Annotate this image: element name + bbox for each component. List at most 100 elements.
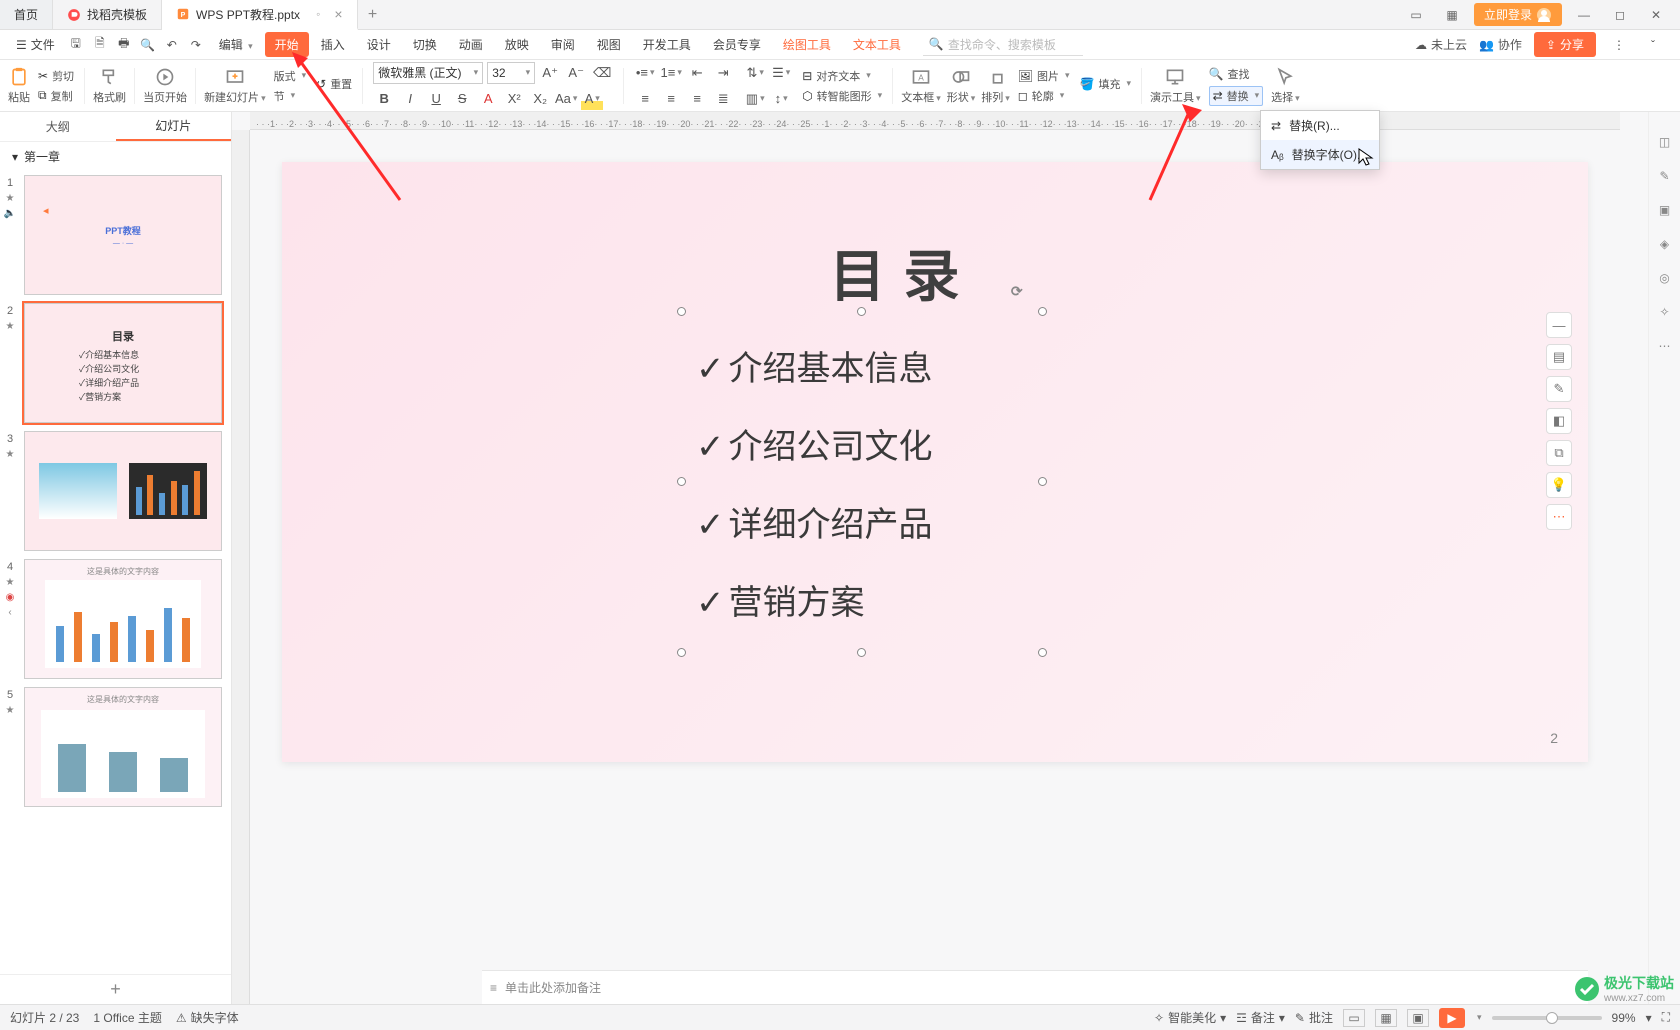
chapter-header[interactable]: ▾第一章 bbox=[0, 142, 231, 171]
reset-button[interactable]: ↺重置 bbox=[316, 76, 352, 92]
bold-button[interactable]: B bbox=[373, 88, 395, 110]
bullets-button[interactable]: •≡▾ bbox=[634, 62, 656, 84]
tab-home[interactable]: 首页 bbox=[0, 0, 53, 29]
zoom-dropdown-icon[interactable]: ▾ bbox=[1646, 1011, 1652, 1025]
menu-animation[interactable]: 动画 bbox=[449, 32, 493, 57]
window-close-icon[interactable]: ✕ bbox=[1642, 5, 1670, 25]
side-tab-outline[interactable]: 大纲 bbox=[0, 112, 116, 141]
menu-text-tools[interactable]: 文本工具 bbox=[843, 32, 911, 57]
tab-templates[interactable]: 找稻壳模板 bbox=[53, 0, 162, 29]
ft-crop-icon[interactable]: ◧ bbox=[1546, 408, 1572, 434]
thumbnail-4[interactable]: 这是具体的文字内容 bbox=[24, 559, 222, 679]
status-notes[interactable]: ☲ 备注 ▾ bbox=[1236, 1009, 1285, 1026]
command-search[interactable]: 🔍 查找命令、搜索模板 bbox=[923, 34, 1083, 56]
ft-layers-icon[interactable]: ▤ bbox=[1546, 344, 1572, 370]
file-menu[interactable]: ☰ 文件 bbox=[8, 36, 63, 53]
qa-undo-icon[interactable]: ↶ bbox=[163, 36, 181, 54]
panel-icon[interactable]: ▭ bbox=[1402, 5, 1430, 25]
format-painter-button[interactable]: 格式刷 bbox=[91, 67, 128, 105]
window-restore-icon[interactable]: ◻ bbox=[1606, 5, 1634, 25]
menu-review[interactable]: 审阅 bbox=[541, 32, 585, 57]
menu-devtools[interactable]: 开发工具 bbox=[633, 32, 701, 57]
font-color-button[interactable]: A bbox=[477, 88, 499, 110]
clear-format-icon[interactable]: ⌫ bbox=[591, 62, 613, 84]
fill-button[interactable]: 🪣填充▾ bbox=[1080, 76, 1131, 92]
new-slide-button[interactable]: 新建幻灯片▾ bbox=[202, 67, 268, 105]
ft-idea-icon[interactable]: 💡 bbox=[1546, 472, 1572, 498]
tab-file[interactable]: P WPS PPT教程.pptx ◦ × bbox=[162, 0, 357, 30]
rotate-handle-icon[interactable]: ⟳ bbox=[1011, 283, 1041, 300]
font-name-select[interactable]: 微软雅黑 (正文)▾ bbox=[373, 62, 483, 84]
thumbnail-1[interactable]: ◂ PPT教程 — · — bbox=[24, 175, 222, 295]
ft-collapse-icon[interactable]: — bbox=[1546, 312, 1572, 338]
arrange-button[interactable]: 排列▾ bbox=[979, 67, 1012, 105]
tab-close-icon[interactable]: × bbox=[334, 6, 342, 22]
line-spacing-button[interactable]: ☰▾ bbox=[770, 62, 792, 84]
status-beautify[interactable]: ✧智能美化 ▾ bbox=[1154, 1009, 1226, 1026]
side-tab-slides[interactable]: 幻灯片 bbox=[116, 112, 232, 141]
play-slideshow-button[interactable]: ▶ bbox=[1439, 1008, 1465, 1028]
notes-collapse-icon[interactable]: ≡ bbox=[490, 981, 497, 995]
italic-button[interactable]: I bbox=[399, 88, 421, 110]
status-comments[interactable]: ✎ 批注 bbox=[1295, 1009, 1333, 1026]
qa-save-icon[interactable]: 🖫 bbox=[67, 36, 85, 54]
selected-textbox[interactable]: ✓介绍基本信息 ✓介绍公司文化 ✓详细介绍产品 ✓营销方案 bbox=[682, 312, 1042, 652]
tab-add-button[interactable]: + bbox=[358, 0, 388, 29]
from-current-button[interactable]: 当页开始 bbox=[141, 67, 189, 105]
increase-font-icon[interactable]: A⁺ bbox=[539, 62, 561, 84]
menu-member[interactable]: 会员专享 bbox=[703, 32, 771, 57]
fit-window-icon[interactable]: ⛶ bbox=[1662, 1010, 1670, 1025]
copy-button[interactable]: ⧉复制 bbox=[38, 88, 74, 104]
qa-preview-icon[interactable]: 🔍 bbox=[139, 36, 157, 54]
subscript-button[interactable]: X₂ bbox=[529, 88, 551, 110]
numbering-button[interactable]: 1≡▾ bbox=[660, 62, 682, 84]
play-dropdown-icon[interactable]: ▾ bbox=[1477, 1012, 1482, 1023]
add-slide-button[interactable]: + bbox=[0, 974, 231, 1004]
status-missing-font[interactable]: ⚠缺失字体 bbox=[176, 1009, 239, 1026]
ft-pen-icon[interactable]: ✎ bbox=[1546, 376, 1572, 402]
qa-redo-icon[interactable]: ↷ bbox=[187, 36, 205, 54]
picture-button[interactable]: 🖼图片▾ bbox=[1018, 68, 1070, 84]
view-normal-icon[interactable]: ▭ bbox=[1343, 1009, 1365, 1027]
menu-view[interactable]: 视图 bbox=[587, 32, 631, 57]
align-right-button[interactable]: ≡ bbox=[686, 88, 708, 110]
find-button[interactable]: 🔍查找 bbox=[1209, 66, 1264, 82]
presenter-tools-button[interactable]: 演示工具▾ bbox=[1148, 67, 1203, 105]
qa-print-icon[interactable]: 🖶 bbox=[115, 36, 133, 54]
align-text-button[interactable]: ⊟对齐文本▾ bbox=[802, 68, 882, 84]
highlight-button[interactable]: A▾ bbox=[581, 88, 603, 110]
paste-button[interactable]: 粘贴 bbox=[6, 67, 32, 105]
grid-icon[interactable]: ▦ bbox=[1438, 5, 1466, 25]
rail-more-icon[interactable]: ⋯ bbox=[1655, 336, 1675, 356]
align-justify-button[interactable]: ≣ bbox=[712, 88, 734, 110]
indent-inc-button[interactable]: ⇥ bbox=[712, 62, 734, 84]
outline-button[interactable]: ◻轮廓▾ bbox=[1018, 88, 1070, 104]
menu-more-icon[interactable]: ⋮ bbox=[1610, 36, 1628, 54]
menu-transition[interactable]: 切换 bbox=[403, 32, 447, 57]
view-reading-icon[interactable]: ▣ bbox=[1407, 1009, 1429, 1027]
menu-draw-tools[interactable]: 绘图工具 bbox=[773, 32, 841, 57]
para-spacing-button[interactable]: ↕▾ bbox=[770, 88, 792, 110]
slide-canvas[interactable]: 目录 ⟳ ✓介绍基本信息 ✓介绍公司文化 ✓详细介绍产品 ✓营销方案 bbox=[282, 162, 1588, 762]
smartart-button[interactable]: ⬡转智能图形▾ bbox=[802, 88, 882, 104]
section-button[interactable]: 节▾ bbox=[274, 88, 307, 104]
align-center-button[interactable]: ≡ bbox=[660, 88, 682, 110]
cloud-status[interactable]: ☁未上云 bbox=[1415, 36, 1467, 53]
rail-ai-icon[interactable]: ◎ bbox=[1655, 268, 1675, 288]
qa-saveas-icon[interactable]: 🗎 bbox=[91, 36, 109, 54]
ft-more-icon[interactable]: ⋯ bbox=[1546, 504, 1572, 530]
menu-start[interactable]: 开始 bbox=[265, 32, 309, 57]
select-button[interactable]: 选择▾ bbox=[1269, 67, 1302, 105]
dropdown-replace[interactable]: ⇄ 替换(R)... bbox=[1261, 111, 1379, 140]
zoom-slider[interactable] bbox=[1492, 1016, 1602, 1020]
change-case-button[interactable]: Aa▾ bbox=[555, 88, 577, 110]
tab-options-icon[interactable]: ◦ bbox=[316, 7, 320, 21]
rail-template-icon[interactable]: ▣ bbox=[1655, 200, 1675, 220]
decrease-font-icon[interactable]: A⁻ bbox=[565, 62, 587, 84]
rail-design-icon[interactable]: ✎ bbox=[1655, 166, 1675, 186]
thumbnail-2[interactable]: 目录 ✓介绍基本信息 ✓介绍公司文化 ✓详细介绍产品 ✓营销方案 bbox=[24, 303, 222, 423]
menu-insert[interactable]: 插入 bbox=[311, 32, 355, 57]
replace-button[interactable]: ⇄替换▾ bbox=[1209, 86, 1264, 106]
share-button[interactable]: ⇪分享 bbox=[1534, 32, 1596, 57]
shape-button[interactable]: 形状▾ bbox=[945, 67, 978, 105]
